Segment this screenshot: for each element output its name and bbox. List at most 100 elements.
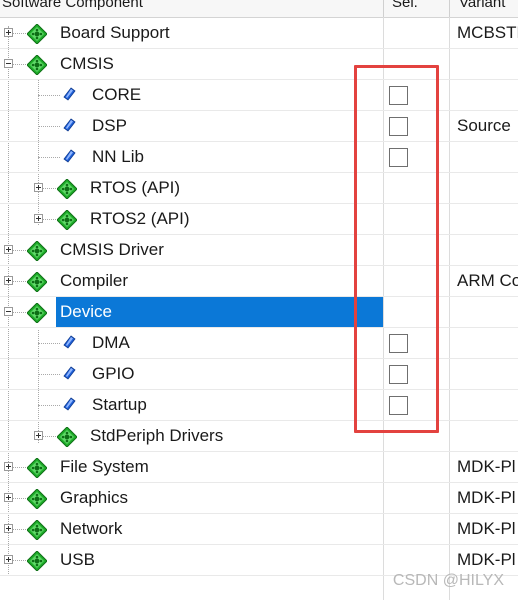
tree-row[interactable]: RTOS (API): [0, 173, 518, 204]
component-cell[interactable]: Startup: [0, 390, 383, 420]
variant-cell[interactable]: [449, 235, 518, 265]
tree-connector: [38, 157, 60, 158]
blue-leaf-icon: [62, 87, 76, 101]
expand-icon[interactable]: [4, 245, 13, 254]
component-cell[interactable]: Network: [0, 514, 383, 544]
blue-leaf-icon: [62, 335, 76, 349]
variant-value: Source: [457, 116, 511, 135]
tree-row[interactable]: Compiler ARM Co: [0, 266, 518, 297]
column-header-variant[interactable]: Variant: [459, 0, 518, 15]
green-diamond-gem-icon: [56, 209, 78, 231]
component-cell[interactable]: RTOS (API): [0, 173, 383, 203]
collapse-icon[interactable]: [4, 59, 13, 68]
variant-cell[interactable]: ARM Co: [449, 266, 518, 296]
green-diamond-gem-icon: [26, 550, 48, 572]
column-divider[interactable]: [383, 0, 384, 17]
expand-icon[interactable]: [4, 276, 13, 285]
variant-cell[interactable]: MDK-Pl: [449, 545, 518, 575]
variant-cell[interactable]: [449, 421, 518, 451]
component-label: File System: [60, 457, 149, 476]
variant-cell[interactable]: [449, 328, 518, 358]
component-cell[interactable]: DSP: [0, 111, 383, 141]
variant-cell[interactable]: [449, 142, 518, 172]
component-label: Board Support: [60, 23, 170, 42]
column-header-component[interactable]: Software Component: [2, 0, 382, 15]
variant-cell[interactable]: [449, 49, 518, 79]
tree-row[interactable]: CMSIS: [0, 49, 518, 80]
variant-cell[interactable]: [449, 297, 518, 327]
tree-row[interactable]: File System MDK-Pl: [0, 452, 518, 483]
variant-cell[interactable]: [449, 80, 518, 110]
variant-cell[interactable]: [449, 173, 518, 203]
component-label: RTOS2 (API): [90, 209, 190, 228]
expand-icon[interactable]: [34, 214, 43, 223]
component-label: Startup: [92, 395, 147, 414]
tree-row[interactable]: Board Support MCBSTM: [0, 18, 518, 49]
expand-icon[interactable]: [4, 555, 13, 564]
component-cell[interactable]: USB: [0, 545, 383, 575]
table-header: Software Component Sel. Variant: [0, 0, 518, 18]
tree-connector: [38, 126, 60, 127]
variant-cell[interactable]: [449, 390, 518, 420]
tree-row[interactable]: Network MDK-Pl: [0, 514, 518, 545]
green-diamond-gem-icon: [26, 271, 48, 293]
highlight-box: [354, 65, 439, 433]
variant-value: MDK-Pl: [457, 457, 516, 476]
tree-connector: [38, 343, 60, 344]
green-diamond-gem-icon: [26, 488, 48, 510]
column-header-sel[interactable]: Sel.: [392, 0, 448, 15]
expand-icon[interactable]: [4, 524, 13, 533]
component-cell[interactable]: Device: [0, 297, 383, 327]
tree-row[interactable]: StdPeriph Drivers: [0, 421, 518, 452]
tree-row[interactable]: CMSIS Driver: [0, 235, 518, 266]
green-diamond-gem-icon: [56, 178, 78, 200]
component-cell[interactable]: CORE: [0, 80, 383, 110]
variant-cell[interactable]: MDK-Pl: [449, 452, 518, 482]
blue-leaf-icon: [62, 118, 76, 132]
tree-row[interactable]: Startup: [0, 390, 518, 421]
component-label: Network: [60, 519, 123, 538]
tree-row[interactable]: Graphics MDK-Pl: [0, 483, 518, 514]
tree-row[interactable]: RTOS2 (API): [0, 204, 518, 235]
green-diamond-gem-icon: [26, 54, 48, 76]
expand-icon[interactable]: [4, 493, 13, 502]
component-cell[interactable]: DMA: [0, 328, 383, 358]
collapse-icon[interactable]: [4, 307, 13, 316]
column-divider[interactable]: [449, 0, 450, 17]
expand-icon[interactable]: [4, 28, 13, 37]
component-cell[interactable]: Board Support: [0, 18, 383, 48]
green-diamond-gem-icon: [26, 302, 48, 324]
component-label: GPIO: [92, 364, 135, 383]
green-diamond-gem-icon: [26, 240, 48, 262]
component-cell[interactable]: File System: [0, 452, 383, 482]
component-cell[interactable]: CMSIS Driver: [0, 235, 383, 265]
variant-cell[interactable]: Source: [449, 111, 518, 141]
tree-row[interactable]: GPIO: [0, 359, 518, 390]
expand-icon[interactable]: [34, 183, 43, 192]
variant-cell[interactable]: MDK-Pl: [449, 483, 518, 513]
variant-cell[interactable]: MCBSTM: [449, 18, 518, 48]
component-cell[interactable]: GPIO: [0, 359, 383, 389]
expand-icon[interactable]: [34, 431, 43, 440]
tree-row[interactable]: DSP Source: [0, 111, 518, 142]
component-cell[interactable]: Graphics: [0, 483, 383, 513]
variant-value: MCBSTM: [457, 23, 518, 42]
tree-row[interactable]: DMA: [0, 328, 518, 359]
tree-row[interactable]: CORE: [0, 80, 518, 111]
tree-row[interactable]: Device: [0, 297, 518, 328]
variant-cell[interactable]: [449, 204, 518, 234]
component-label: CMSIS: [60, 54, 114, 73]
component-cell[interactable]: StdPeriph Drivers: [0, 421, 383, 451]
tree-connector: [38, 405, 60, 406]
component-label: StdPeriph Drivers: [90, 426, 224, 445]
component-cell[interactable]: NN Lib: [0, 142, 383, 172]
variant-cell[interactable]: MDK-Pl: [449, 514, 518, 544]
component-cell[interactable]: Compiler: [0, 266, 383, 296]
expand-icon[interactable]: [4, 462, 13, 471]
green-diamond-gem-icon: [26, 23, 48, 45]
component-label: DSP: [92, 116, 127, 135]
tree-row[interactable]: NN Lib: [0, 142, 518, 173]
component-cell[interactable]: CMSIS: [0, 49, 383, 79]
variant-cell[interactable]: [449, 359, 518, 389]
component-cell[interactable]: RTOS2 (API): [0, 204, 383, 234]
